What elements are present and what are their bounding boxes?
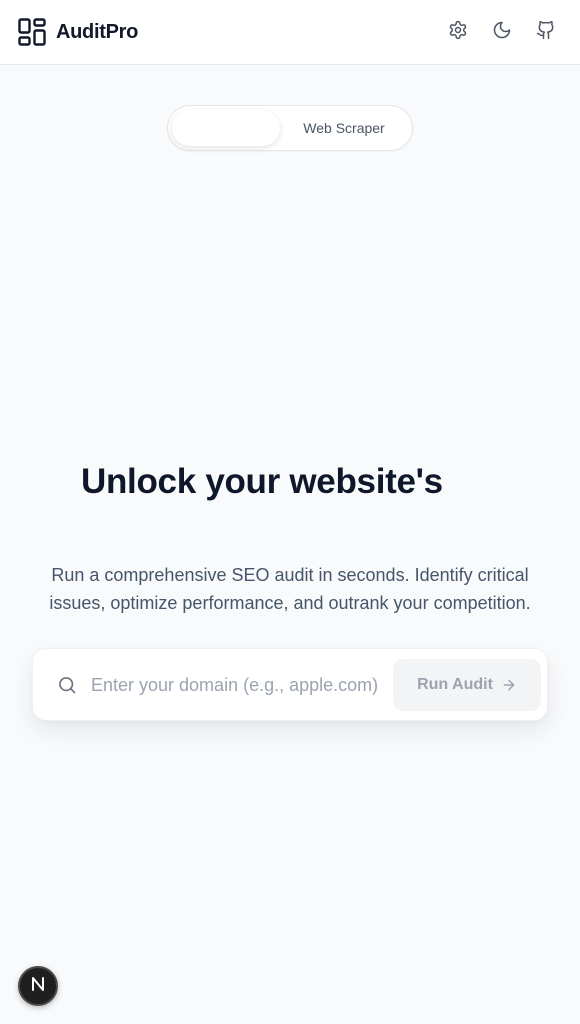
hero-subtext: Run a comprehensive SEO audit in seconds… <box>49 565 531 613</box>
hero-headline: Unlock your website's <box>81 462 443 501</box>
grid-logo-icon <box>18 18 46 46</box>
theme-toggle-button[interactable] <box>490 20 514 44</box>
mode-toggle: Web Scraper <box>167 105 413 151</box>
github-link[interactable] <box>534 20 558 44</box>
top-header: AuditPro <box>0 0 580 65</box>
run-audit-button[interactable]: Run Audit <box>393 659 541 711</box>
github-icon <box>536 20 556 45</box>
run-audit-label: Run Audit <box>417 676 493 693</box>
domain-input[interactable] <box>91 669 379 701</box>
brand-name: AuditPro <box>56 20 139 43</box>
toggle-option-web-scraper[interactable]: Web Scraper <box>288 106 400 150</box>
settings-button[interactable] <box>446 20 470 44</box>
next-logo-icon <box>29 975 47 998</box>
brand-logo[interactable]: AuditPro <box>18 18 138 46</box>
search-card: Run Audit <box>32 648 548 721</box>
toggle-option-active[interactable] <box>172 110 280 146</box>
search-icon <box>57 675 77 695</box>
arrow-right-icon <box>501 677 517 693</box>
dev-tools-badge[interactable] <box>18 966 58 1006</box>
gear-icon <box>448 20 468 45</box>
moon-icon <box>492 20 512 45</box>
